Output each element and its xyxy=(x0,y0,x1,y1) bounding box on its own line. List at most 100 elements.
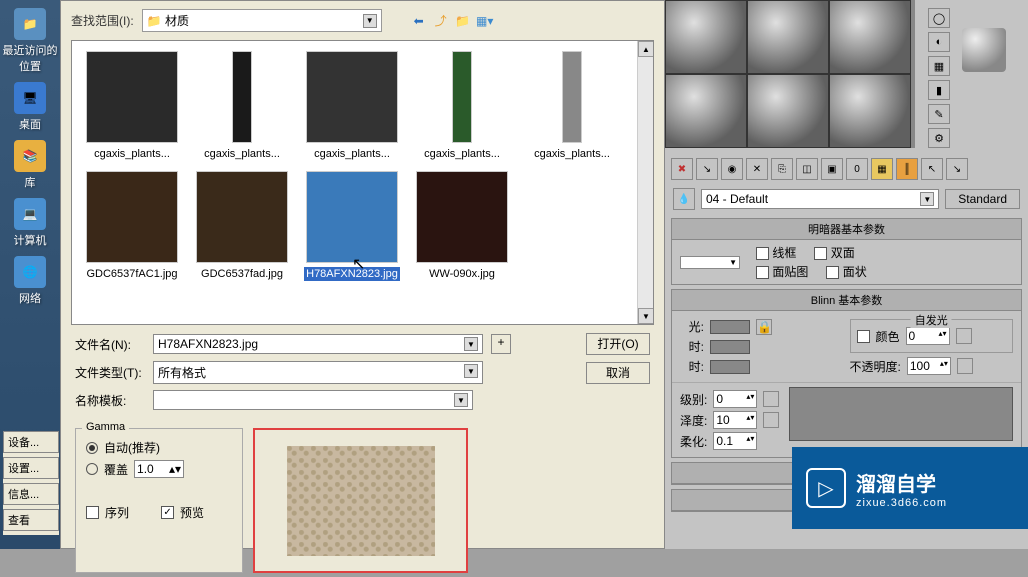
material-slot[interactable] xyxy=(829,74,911,148)
history-add-button[interactable]: + xyxy=(491,334,511,354)
go-forward-icon[interactable]: ↘ xyxy=(946,158,968,180)
file-item[interactable]: WW-090x.jpg xyxy=(412,171,512,281)
chevron-down-icon[interactable]: ▼ xyxy=(454,393,468,407)
material-type-button[interactable]: Standard xyxy=(945,189,1020,209)
ambient-color[interactable] xyxy=(710,320,750,334)
diffuse-color[interactable] xyxy=(710,340,750,354)
gamma-auto-radio[interactable]: 自动(推荐) xyxy=(86,439,232,456)
material-slot[interactable] xyxy=(747,0,829,74)
options-icon[interactable]: ⚙ xyxy=(928,128,950,148)
file-name-label: cgaxis_plants... xyxy=(92,147,172,161)
gamma-override-radio[interactable]: 覆盖 1.0▴▾ xyxy=(86,460,232,478)
specular-level-spinner[interactable]: 0▴▾ xyxy=(713,390,757,408)
opacity-spinner[interactable]: 100▴▾ xyxy=(907,357,951,375)
rollout-header[interactable]: Blinn 基本参数 xyxy=(672,290,1021,311)
backlight-icon[interactable]: ◐ xyxy=(928,32,950,52)
show-map-icon[interactable]: ▦ xyxy=(871,158,893,180)
file-item[interactable]: H78AFXN2823.jpg xyxy=(302,171,402,281)
map-slot[interactable] xyxy=(763,412,779,428)
file-name-label: WW-090x.jpg xyxy=(427,267,497,281)
file-item[interactable]: cgaxis_plants... xyxy=(522,51,622,161)
material-slot[interactable] xyxy=(747,74,829,148)
file-item[interactable]: cgaxis_plants... xyxy=(412,51,512,161)
glossiness-spinner[interactable]: 10▴▾ xyxy=(713,411,757,429)
material-slot[interactable] xyxy=(829,0,911,74)
material-slot[interactable] xyxy=(665,0,747,74)
file-item[interactable]: cgaxis_plants... xyxy=(82,51,182,161)
material-name-combo[interactable]: 04 - Default ▼ xyxy=(701,189,939,209)
map-slot[interactable] xyxy=(763,391,779,407)
sample-uv-icon[interactable]: ▮ xyxy=(928,80,950,100)
make-copy-icon[interactable]: ⎘ xyxy=(771,158,793,180)
lock-icon[interactable]: 🔒 xyxy=(756,319,772,335)
file-thumbnail xyxy=(562,51,582,143)
material-side-toolbar: ◯ ◐ ▦ ▮ ✎ ⚙ xyxy=(928,0,958,148)
soften-spinner[interactable]: 0.1▴▾ xyxy=(713,432,757,450)
computer-icon[interactable]: 💻 计算机 xyxy=(0,198,60,248)
recent-places-icon[interactable]: 📁 最近访问的位置 xyxy=(0,8,60,74)
libraries-icon[interactable]: 📚 库 xyxy=(0,140,60,190)
file-item[interactable]: cgaxis_plants... xyxy=(192,51,292,161)
material-id-icon[interactable]: 0 xyxy=(846,158,868,180)
settings-button[interactable]: 设置... xyxy=(3,457,59,479)
file-item[interactable]: GDC6537fad.jpg xyxy=(192,171,292,281)
put-to-scene-icon[interactable]: ↘ xyxy=(696,158,718,180)
folder-combo[interactable]: 📁 材质 ▼ xyxy=(142,9,382,32)
file-list[interactable]: cgaxis_plants...cgaxis_plants...cgaxis_p… xyxy=(71,40,654,325)
scroll-down-icon[interactable]: ▼ xyxy=(638,308,654,324)
view-button[interactable]: 查看 xyxy=(3,509,59,531)
show-end-icon[interactable]: ║ xyxy=(896,158,918,180)
material-name-row: 💧 04 - Default ▼ Standard xyxy=(665,184,1028,214)
file-item[interactable]: cgaxis_plants... xyxy=(302,51,402,161)
self-illum-group: 自发光 颜色 0▴▾ xyxy=(850,319,1014,353)
device-button[interactable]: 设备... xyxy=(3,431,59,453)
template-combo[interactable]: ▼ xyxy=(153,390,473,410)
video-check-icon[interactable]: ✎ xyxy=(928,104,950,124)
go-parent-icon[interactable]: ↖ xyxy=(921,158,943,180)
preview-image xyxy=(287,446,435,556)
preview-checkbox[interactable]: ✓ xyxy=(161,506,174,519)
gamma-value-spinner[interactable]: 1.0▴▾ xyxy=(134,460,184,478)
put-library-icon[interactable]: ▣ xyxy=(821,158,843,180)
specular-color[interactable] xyxy=(710,360,750,374)
map-slot[interactable] xyxy=(957,358,973,374)
make-unique-icon[interactable]: ◫ xyxy=(796,158,818,180)
file-name-label: cgaxis_plants... xyxy=(422,147,502,161)
chevron-down-icon[interactable]: ▼ xyxy=(363,14,377,28)
chevron-down-icon[interactable]: ▼ xyxy=(920,192,934,206)
file-thumbnail xyxy=(196,171,288,263)
filename-input[interactable]: H78AFXN2823.jpg ▼ xyxy=(153,334,483,354)
self-illum-spinner[interactable]: 0▴▾ xyxy=(906,327,950,345)
pick-material-icon[interactable]: 💧 xyxy=(673,188,695,210)
view-menu-icon[interactable]: ▦▾ xyxy=(476,12,494,30)
two-sided-checkbox[interactable] xyxy=(814,247,827,260)
background-icon[interactable]: ▦ xyxy=(928,56,950,76)
up-icon[interactable]: ⤴ xyxy=(432,12,450,30)
sequence-checkbox[interactable] xyxy=(86,506,99,519)
cancel-button[interactable]: 取消 xyxy=(586,362,650,384)
wireframe-checkbox[interactable] xyxy=(756,247,769,260)
assign-icon[interactable]: ◉ xyxy=(721,158,743,180)
open-button[interactable]: 打开(O) xyxy=(586,333,650,355)
scroll-up-icon[interactable]: ▲ xyxy=(638,41,654,57)
reset-icon[interactable]: ✕ xyxy=(746,158,768,180)
new-folder-icon[interactable]: 📁 xyxy=(454,12,472,30)
scrollbar-vertical[interactable]: ▲ ▼ xyxy=(637,41,653,324)
file-item[interactable]: GDC6537fAC1.jpg xyxy=(82,171,182,281)
map-slot[interactable] xyxy=(956,328,972,344)
info-button[interactable]: 信息... xyxy=(3,483,59,505)
material-slot[interactable] xyxy=(665,74,747,148)
faceted-checkbox[interactable] xyxy=(826,266,839,279)
filetype-combo[interactable]: 所有格式 ▼ xyxy=(153,361,483,384)
sample-type-icon[interactable]: ◯ xyxy=(928,8,950,28)
facemap-checkbox[interactable] xyxy=(756,266,769,279)
get-material-icon[interactable]: ✖ xyxy=(671,158,693,180)
desktop-shortcut-icon[interactable]: 🖥 桌面 xyxy=(0,82,60,132)
chevron-down-icon[interactable]: ▼ xyxy=(464,337,478,351)
chevron-down-icon[interactable]: ▼ xyxy=(464,364,478,378)
shader-type-combo[interactable]: ▼ xyxy=(680,256,740,269)
self-illum-color-checkbox[interactable] xyxy=(857,330,870,343)
back-icon[interactable]: ⬅ xyxy=(410,12,428,30)
network-icon[interactable]: 🌐 网络 xyxy=(0,256,60,306)
rollout-header[interactable]: 明暗器基本参数 xyxy=(672,219,1021,240)
